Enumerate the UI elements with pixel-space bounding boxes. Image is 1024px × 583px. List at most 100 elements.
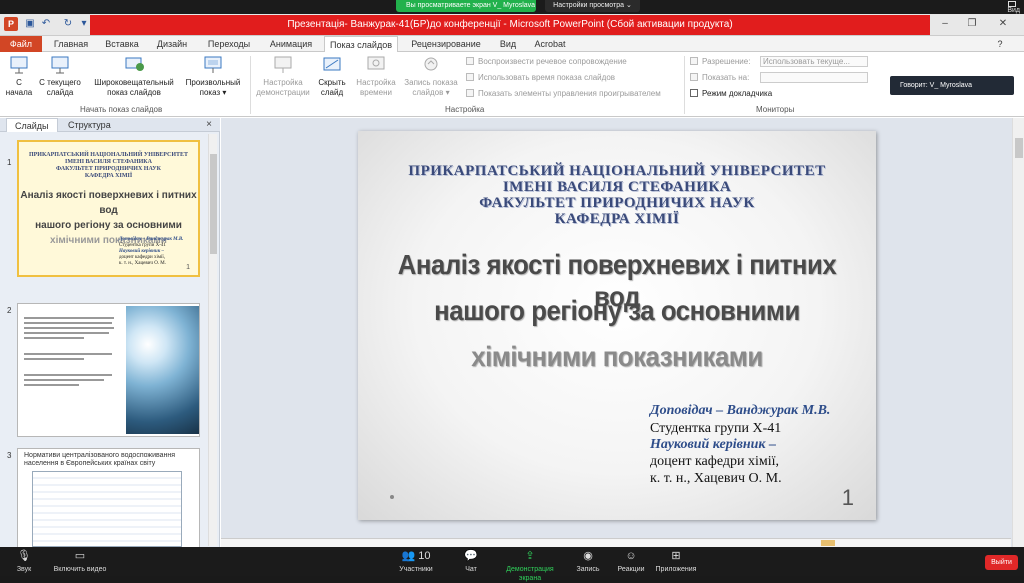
active-speaker-banner: Говорит: V_ Myroslava: [890, 76, 1014, 95]
molecule-image: [126, 306, 199, 434]
show-controls-label: Показать элементы управления проигрывате…: [478, 89, 661, 98]
powerpoint-window: P ▣ ↶ ↻ ▾ Презентація- Ванжурак-41(БР)до…: [0, 14, 1024, 548]
notes-pane-divider[interactable]: [221, 538, 1011, 547]
share-screen-button[interactable]: ⇪ Демонстрация экрана: [495, 550, 565, 583]
slide-thumbnail-1[interactable]: ПРИКАРПАТСЬКИЙ НАЦІОНАЛЬНИЙ УНІВЕРСИТЕТ …: [17, 140, 200, 277]
reactions-icon: ☺: [625, 550, 637, 562]
tab-view[interactable]: Вид: [494, 36, 522, 52]
screen-sharing-indicator[interactable]: Вы просматриваете экран V_ Myroslava: [396, 0, 536, 12]
from-current-label-1: С текущего: [39, 78, 81, 87]
start-video-button[interactable]: ▭ Включить видео: [50, 550, 110, 574]
setup-show-icon: [274, 56, 292, 73]
advisor-name: к. т. н., Хацевич О. М.: [650, 471, 782, 486]
title-line-3: хімічними показниками: [471, 341, 763, 372]
slide-thumbnail-3[interactable]: Нормативи централізованого водоспоживанн…: [17, 448, 200, 548]
save-icon[interactable]: ▣: [24, 18, 36, 30]
close-window-icon[interactable]: ✕: [993, 17, 1013, 31]
tab-animation[interactable]: Анимация: [262, 36, 320, 52]
help-icon[interactable]: ?: [994, 36, 1006, 52]
presenter-view-label: Режим докладчика: [702, 89, 773, 98]
ribbon-separator: [684, 56, 685, 114]
slide-scroll-thumb[interactable]: [1015, 138, 1023, 158]
slide-thumbnail-2[interactable]: [17, 303, 200, 437]
speaker-group: Студентка групи Х-41: [650, 421, 782, 436]
leave-meeting-button[interactable]: Выйти: [985, 555, 1018, 570]
resolution-select[interactable]: Использовать текуще...: [760, 56, 868, 67]
hide-label-2: слайд: [320, 88, 344, 97]
from-start-label-2: начала: [5, 88, 33, 97]
video-label: Включить видео: [53, 566, 107, 573]
resolution-value: Использовать текуще...: [763, 57, 850, 66]
play-narration-label: Воспроизвести речевое сопровождение: [478, 57, 627, 66]
apps-button[interactable]: ⊞ Приложения: [655, 550, 697, 574]
tab-slides-pane[interactable]: Слайды: [6, 118, 58, 132]
play-narration-checkbox[interactable]: Воспроизвести речевое сопровождение: [466, 56, 627, 67]
group-label-setup: Настройка: [445, 105, 485, 114]
pane-scroll-thumb[interactable]: [210, 154, 217, 254]
title-bar: P ▣ ↶ ↻ ▾ Презентація- Ванжурак-41(БР)до…: [0, 14, 1024, 36]
redo-icon[interactable]: ↻: [62, 18, 74, 30]
slide-scrollbar[interactable]: [1012, 118, 1024, 547]
close-pane-icon[interactable]: ×: [206, 118, 212, 132]
slideshow-current-icon: [51, 56, 69, 74]
thumb3-heading: Нормативи централізованого водоспоживанн…: [24, 452, 176, 467]
audio-label: Звук: [16, 566, 32, 573]
zoom-top-bar: Вы просматриваете экран V_ Myroslava Нас…: [0, 0, 1024, 14]
zoom-toolbar: 🎙 Звук ▭ Включить видео 👥 10 Участники 💬…: [0, 547, 1024, 582]
use-timings-checkbox[interactable]: Использовать время показа слайдов: [466, 72, 615, 83]
custom-show-button[interactable]: Произвольный показ ▾: [180, 54, 246, 98]
from-start-label-1: С: [16, 78, 22, 87]
view-options-dropdown[interactable]: Настройки просмотра ⌄: [545, 0, 640, 12]
tab-home[interactable]: Главная: [48, 36, 94, 52]
record-button[interactable]: ◉ Запись: [575, 550, 601, 574]
from-current-button[interactable]: С текущего слайда: [36, 54, 84, 98]
hide-slide-icon: [323, 57, 341, 71]
broadcast-button[interactable]: Широковещательный показ слайдов: [88, 54, 180, 98]
pane-scrollbar[interactable]: [208, 134, 217, 546]
ribbon-tabs: Файл Главная Вставка Дизайн Переходы Ани…: [0, 36, 1024, 53]
tab-design[interactable]: Дизайн: [150, 36, 194, 52]
tab-acrobat[interactable]: Acrobat: [530, 36, 570, 52]
minimize-icon[interactable]: –: [935, 17, 955, 31]
custom-show-icon: [204, 56, 222, 73]
tab-slideshow[interactable]: Показ слайдов: [324, 36, 398, 53]
presenter-view-checkbox[interactable]: Режим докладчика: [690, 88, 772, 99]
maximize-icon[interactable]: ❐: [962, 17, 982, 31]
undo-icon[interactable]: ↶: [40, 18, 52, 30]
show-on-select[interactable]: [760, 72, 868, 83]
tab-insert[interactable]: Вставка: [100, 36, 144, 52]
from-start-button[interactable]: С начала: [2, 54, 36, 98]
resolution-label: Разрешение:: [702, 57, 751, 66]
custom-show-label-1: Произвольный: [185, 78, 241, 87]
powerpoint-logo-icon[interactable]: P: [4, 17, 18, 31]
chat-icon: 💬: [464, 550, 478, 562]
record-show-button[interactable]: Запись показа слайдов ▾: [400, 54, 462, 98]
rehearse-timings-icon: [367, 56, 385, 70]
ribbon-separator: [250, 56, 251, 114]
tab-review[interactable]: Рецензирование: [404, 36, 488, 52]
record-icon: ◉: [583, 550, 593, 562]
rehearse-timings-button[interactable]: Настройка времени: [352, 54, 400, 98]
apps-label: Приложения: [655, 566, 697, 573]
tab-file[interactable]: Файл: [0, 36, 42, 52]
status-marker: [821, 540, 835, 546]
participants-count: 10: [418, 550, 431, 562]
ribbon: С начала С текущего слайда Широковещател…: [0, 52, 1024, 117]
audio-button[interactable]: 🎙 Звук: [10, 550, 38, 574]
tab-structure-pane[interactable]: Структура: [60, 118, 119, 132]
show-controls-checkbox[interactable]: Показать элементы управления проигрывате…: [466, 88, 661, 99]
tab-transitions[interactable]: Переходы: [202, 36, 256, 52]
customize-qat-icon[interactable]: ▾: [78, 18, 90, 30]
setup-show-button[interactable]: Настройка демонстрации: [252, 54, 314, 98]
slide-number-label: 3: [7, 451, 12, 460]
chat-button[interactable]: 💬 Чат: [460, 550, 482, 574]
university-line-3: ФАКУЛЬТЕТ ПРИРОДНИЧИХ НАУК: [479, 195, 755, 211]
current-slide[interactable]: ПРИКАРПАТСЬКИЙ НАЦІОНАЛЬНИЙ УНІВЕРСИТЕТ …: [358, 131, 876, 520]
reactions-button[interactable]: ☺ Реакции: [616, 550, 646, 574]
setup-label-1: Настройка: [263, 78, 303, 87]
hide-slide-button[interactable]: Скрыть слайд: [314, 54, 350, 98]
from-current-label-2: слайда: [46, 88, 74, 97]
use-timings-label: Использовать время показа слайдов: [478, 73, 616, 82]
broadcast-label-2: показ слайдов: [107, 88, 161, 97]
participants-button[interactable]: 👥 10 Участники: [396, 550, 436, 574]
